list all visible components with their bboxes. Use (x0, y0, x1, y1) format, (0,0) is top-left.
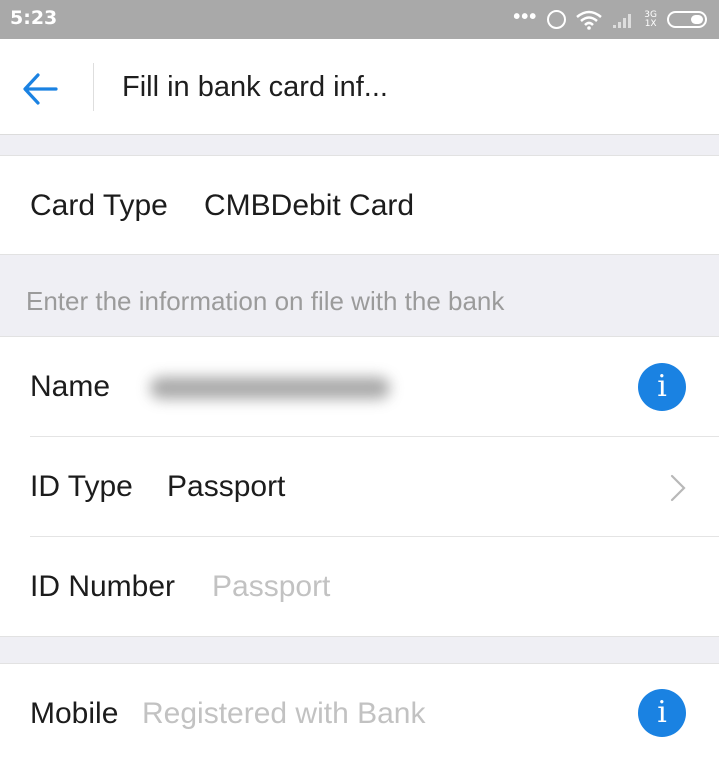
id-number-input[interactable]: Passport (212, 570, 330, 604)
id-type-row[interactable]: ID Type Passport (0, 437, 719, 536)
wifi-icon (576, 10, 603, 30)
mobile-info-button[interactable]: i (638, 689, 686, 737)
info-icon: i (657, 695, 667, 730)
mobile-input[interactable]: Registered with Bank (142, 697, 425, 731)
id-number-row: ID Number Passport (0, 537, 719, 636)
page-title: Fill in bank card inf... (122, 71, 388, 103)
arrow-left-icon (23, 73, 58, 105)
id-type-label: ID Type (30, 470, 133, 503)
app-bar: Fill in bank card inf... (0, 39, 719, 135)
section-hint: Enter the information on file with the b… (26, 286, 505, 316)
name-value-blurred (150, 377, 390, 399)
status-icons: ••• 3G 1X (513, 6, 707, 33)
card-type-value: CMBDebit Card (204, 189, 415, 222)
signal-icon (613, 13, 632, 28)
chevron-right-icon (670, 474, 686, 502)
name-row: Name i (0, 337, 719, 436)
card-type-row: Card Type CMBDebit Card (0, 155, 719, 255)
more-dots-icon: ••• (513, 5, 538, 28)
id-number-label: ID Number (30, 570, 176, 603)
bank-info-form: Name i ID Type Passport ID Number Passpo… (0, 336, 719, 637)
status-bar: 5:23 ••• 3G 1X (0, 0, 719, 39)
mobile-label: Mobile (30, 697, 119, 730)
battery-icon (667, 11, 707, 28)
back-button[interactable] (20, 69, 68, 109)
mobile-row: Mobile Registered with Bank i (0, 663, 719, 762)
card-type-label: Card Type (30, 189, 168, 222)
status-time: 5:23 (10, 7, 58, 29)
header-divider (93, 63, 94, 111)
info-icon: i (657, 369, 667, 404)
name-info-button[interactable]: i (638, 363, 686, 411)
network-type-label: 3G 1X (644, 9, 657, 29)
id-type-value: Passport (167, 470, 286, 503)
sync-icon (547, 10, 567, 29)
name-label: Name (30, 370, 111, 403)
